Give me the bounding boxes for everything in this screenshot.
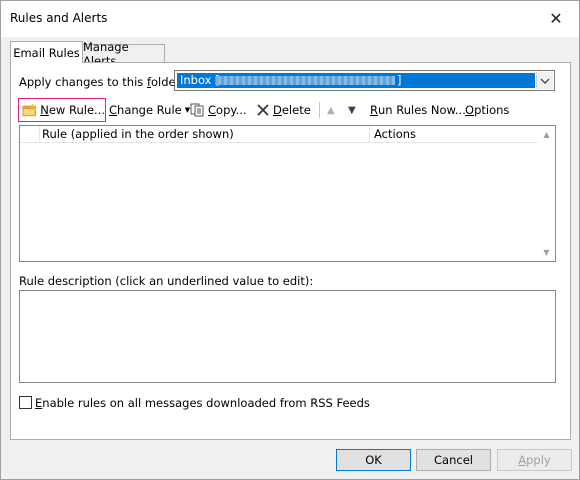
button-label: ew Rule... bbox=[48, 103, 105, 117]
folder-value-suffix: ] bbox=[397, 73, 402, 87]
apply-button[interactable]: Apply bbox=[497, 449, 572, 471]
ok-button[interactable]: OK bbox=[336, 449, 411, 471]
folder-dropdown-button[interactable] bbox=[536, 72, 553, 89]
scroll-down-icon[interactable]: ▼ bbox=[538, 244, 555, 261]
column-header-rule[interactable]: Rule (applied in the order shown) bbox=[40, 126, 370, 143]
title-bar: Rules and Alerts ✕ bbox=[1, 1, 579, 37]
column-header-actions[interactable]: Actions bbox=[371, 126, 537, 143]
delete-rule-button[interactable]: Delete bbox=[256, 98, 311, 122]
toolbar-separator bbox=[319, 102, 320, 118]
rules-list-scrollbar[interactable]: ▲ ▼ bbox=[538, 126, 555, 261]
scroll-up-icon[interactable]: ▲ bbox=[538, 126, 555, 143]
rules-list-header: Rule (applied in the order shown) Action… bbox=[20, 126, 538, 143]
change-rule-button[interactable]: Change Rule ▼ bbox=[109, 98, 190, 122]
label-text: Apply changes to this bbox=[19, 75, 147, 89]
button-label: pply bbox=[526, 453, 551, 467]
folder-selected-value: Inbox [ ] bbox=[177, 73, 535, 88]
cancel-button[interactable]: Cancel bbox=[416, 449, 491, 471]
accel-char: D bbox=[273, 103, 282, 117]
delete-icon bbox=[257, 104, 269, 116]
rss-rules-option[interactable]: Enable rules on all messages downloaded … bbox=[19, 395, 370, 410]
accel-char: R bbox=[370, 103, 378, 117]
rule-description-label: Rule description (click an underlined va… bbox=[19, 274, 314, 288]
window-title: Rules and Alerts bbox=[10, 11, 108, 25]
button-label: opy... bbox=[216, 103, 247, 117]
move-down-icon: ▼ bbox=[348, 104, 356, 116]
label-text: nable rules on all messages downloaded f… bbox=[42, 395, 370, 410]
rules-list[interactable]: Rule (applied in the order shown) Action… bbox=[19, 125, 556, 262]
column-header-checkbox[interactable] bbox=[20, 126, 40, 143]
tab-label: Email Rules bbox=[13, 45, 80, 60]
rss-rules-label: Enable rules on all messages downloaded … bbox=[35, 396, 370, 410]
accel-char: N bbox=[40, 103, 49, 117]
move-up-button[interactable]: ▲ bbox=[327, 98, 335, 122]
button-label: un Rules Now... bbox=[378, 103, 466, 117]
tab-manage-alerts[interactable]: Manage Alerts bbox=[83, 40, 165, 68]
redacted-account bbox=[215, 76, 395, 85]
rules-toolbar: New Rule... Change Rule ▼ Copy... Delete bbox=[18, 98, 558, 122]
rule-description-box[interactable] bbox=[19, 290, 556, 383]
accel-char: C bbox=[208, 103, 217, 117]
button-label: OK bbox=[365, 453, 382, 467]
button-label: hange Rule bbox=[117, 103, 182, 117]
run-rules-now-button[interactable]: Run Rules Now... bbox=[370, 98, 466, 122]
rss-rules-checkbox[interactable] bbox=[19, 396, 32, 409]
move-down-button[interactable]: ▼ bbox=[348, 98, 356, 122]
rules-and-alerts-dialog: Rules and Alerts ✕ Email Rules Manage Al… bbox=[0, 0, 580, 480]
options-button[interactable]: Options bbox=[465, 98, 509, 122]
button-label: Cancel bbox=[434, 453, 473, 467]
accel-char: C bbox=[109, 103, 118, 117]
copy-icon bbox=[190, 103, 204, 117]
close-button[interactable]: ✕ bbox=[539, 5, 573, 31]
close-icon: ✕ bbox=[549, 8, 563, 28]
folder-label: Apply changes to this folder: bbox=[19, 75, 184, 89]
accel-char: A bbox=[518, 453, 527, 467]
folder-value-prefix: Inbox [ bbox=[180, 73, 220, 87]
new-rule-button[interactable]: New Rule... bbox=[18, 98, 106, 122]
folder-select[interactable]: Inbox [ ] bbox=[174, 70, 555, 91]
button-label: elete bbox=[281, 103, 311, 117]
tab-email-rules[interactable]: Email Rules bbox=[10, 41, 83, 63]
new-rule-icon bbox=[22, 103, 36, 117]
move-up-icon: ▲ bbox=[327, 104, 335, 116]
button-label: ptions bbox=[474, 103, 510, 117]
copy-rule-button[interactable]: Copy... bbox=[190, 98, 247, 122]
chevron-down-icon bbox=[540, 78, 550, 84]
accel-char: O bbox=[465, 103, 475, 117]
